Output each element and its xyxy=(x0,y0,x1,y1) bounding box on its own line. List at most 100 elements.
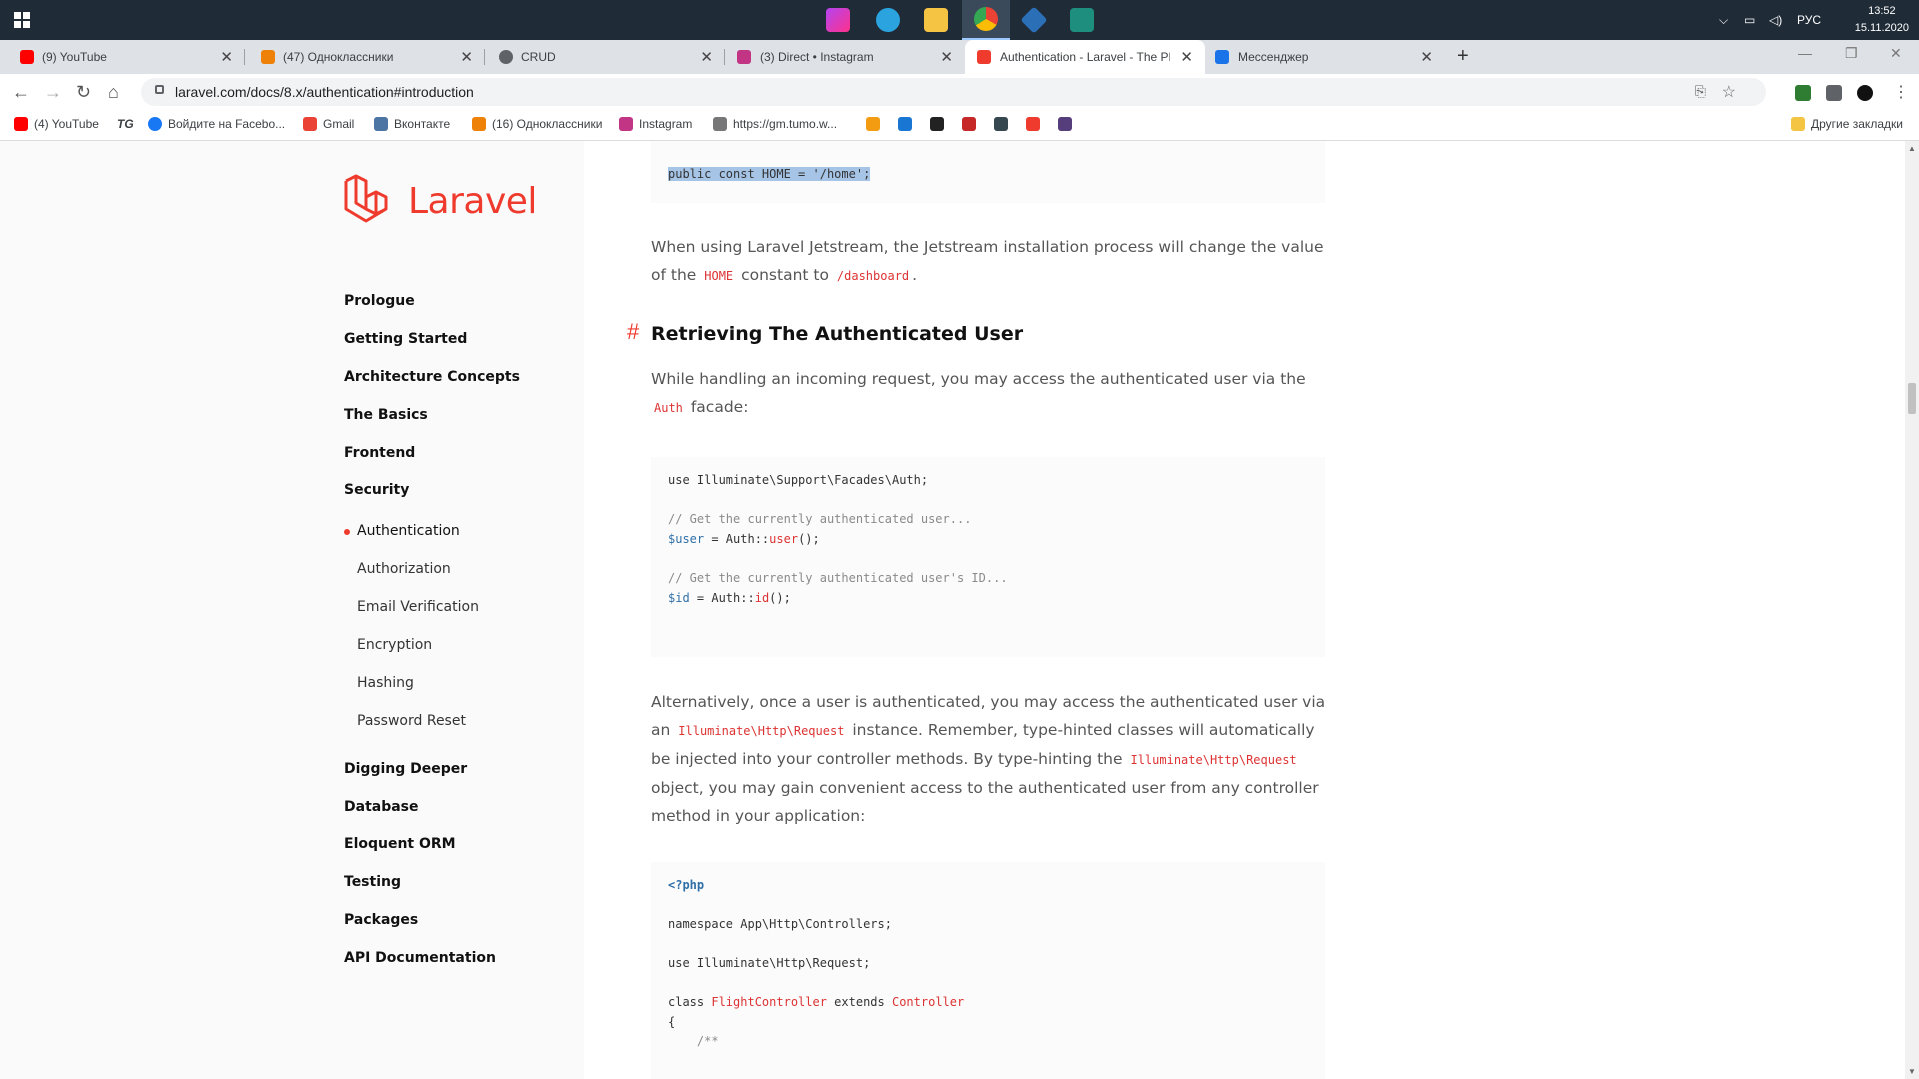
other-bookmarks[interactable]: Другие закладки xyxy=(1791,117,1903,131)
profile-avatar[interactable] xyxy=(1857,85,1873,101)
tab-messenger[interactable]: Мессенджер ✕ xyxy=(1205,40,1445,74)
anchor-hash-link[interactable]: # xyxy=(627,319,639,345)
bootstrap-icon[interactable] xyxy=(1058,117,1072,131)
bookmark-youtube[interactable]: (4) YouTube xyxy=(14,117,99,131)
telegram-icon[interactable] xyxy=(864,0,912,40)
extension-shield-icon[interactable] xyxy=(1795,85,1811,101)
nav-architecture-concepts[interactable]: Architecture Concepts xyxy=(344,369,520,385)
address-bar[interactable]: laravel.com/docs/8.x/authentication#intr… xyxy=(141,78,1766,106)
close-tab-icon[interactable]: ✕ xyxy=(1180,48,1193,66)
translate-icon[interactable]: ⎘ xyxy=(1695,83,1706,100)
close-tab-icon[interactable]: ✕ xyxy=(700,48,713,66)
nav-frontend[interactable]: Frontend xyxy=(344,445,415,461)
bookmark-tg[interactable]: TG xyxy=(117,117,134,131)
git-kraken-icon[interactable] xyxy=(1010,0,1058,40)
nav-database[interactable]: Database xyxy=(344,799,419,815)
menu-kebab-icon[interactable]: ⋮ xyxy=(1893,82,1909,102)
inline-code: /dashboard xyxy=(836,269,910,283)
nav-prologue[interactable]: Prologue xyxy=(344,293,415,309)
code-line: class FlightController extends Controlle… xyxy=(668,995,965,1009)
scroll-up-icon[interactable]: ▲ xyxy=(1908,144,1916,153)
laravel-icon[interactable] xyxy=(1026,117,1040,131)
bookmark-label: (16) Одноклассники xyxy=(492,117,603,131)
new-tab-button[interactable]: + xyxy=(1457,45,1469,68)
clock[interactable]: 13:52 15.11.2020 xyxy=(1855,3,1909,37)
url-text[interactable]: laravel.com/docs/8.x/authentication#intr… xyxy=(175,84,474,100)
close-tab-icon[interactable]: ✕ xyxy=(940,48,953,66)
lock-icon[interactable] xyxy=(155,85,164,94)
phpstorm-icon[interactable] xyxy=(814,0,862,40)
language-indicator[interactable]: РУС xyxy=(1797,13,1821,27)
bookmark-instagram[interactable]: Instagram xyxy=(619,117,692,131)
nav-api-documentation[interactable]: API Documentation xyxy=(344,950,496,966)
bookmark-icon-4[interactable] xyxy=(962,117,976,131)
bookmark-star-icon[interactable]: ☆ xyxy=(1722,82,1736,102)
nav-authentication[interactable]: Authentication xyxy=(357,523,460,539)
forward-button[interactable]: → xyxy=(44,82,62,103)
browser-tab-strip: (9) YouTube ✕ (47) Одноклассники ✕ CRUD … xyxy=(0,40,1919,74)
page-scrollbar[interactable]: ▲ ▼ xyxy=(1905,141,1919,1079)
tray-chevron-icon[interactable]: ⌵ xyxy=(1719,13,1728,28)
bookmark-icon-3[interactable] xyxy=(930,117,944,131)
selected-code-text[interactable]: public const HOME = '/home'; xyxy=(668,167,871,181)
scroll-down-icon[interactable]: ▼ xyxy=(1908,1067,1916,1076)
nav-packages[interactable]: Packages xyxy=(344,912,418,928)
bookmark-facebook[interactable]: Войдите на Facebo... xyxy=(148,117,285,131)
tab-youtube[interactable]: (9) YouTube ✕ xyxy=(0,40,245,74)
code-line[interactable]: public const HOME = '/home'; xyxy=(668,167,871,181)
nav-encryption[interactable]: Encryption xyxy=(357,637,432,653)
instagram-icon xyxy=(619,117,633,131)
windows-start-icon[interactable] xyxy=(14,12,30,28)
terminal-icon[interactable] xyxy=(1058,0,1106,40)
scrollbar-thumb[interactable] xyxy=(1908,383,1916,414)
close-tab-icon[interactable]: ✕ xyxy=(460,48,473,66)
bookmark-vkontakte[interactable]: Вконтакте xyxy=(374,117,450,131)
nav-eloquent-orm[interactable]: Eloquent ORM xyxy=(344,836,456,852)
bookmark-label: (4) YouTube xyxy=(34,117,99,131)
mdb-icon[interactable] xyxy=(898,117,912,131)
tab-crud[interactable]: CRUD ✕ xyxy=(485,40,725,74)
nav-getting-started[interactable]: Getting Started xyxy=(344,331,467,347)
bookmark-odnoklassniki[interactable]: (16) Одноклассники xyxy=(472,117,602,131)
windows-taskbar: ⌵ ▭ ◁) РУС 13:52 15.11.2020 xyxy=(0,0,1919,40)
clock-date: 15.11.2020 xyxy=(1854,22,1909,34)
bookmark-gmail[interactable]: Gmail xyxy=(303,117,354,131)
text: object, you may gain convenient access t… xyxy=(651,779,1319,825)
network-icon[interactable]: ▭ xyxy=(1744,13,1755,27)
home-button[interactable]: ⌂ xyxy=(108,82,119,103)
inline-code: Illuminate\Http\Request xyxy=(678,724,845,738)
nav-password-reset[interactable]: Password Reset xyxy=(357,713,466,729)
globe-icon xyxy=(499,50,513,64)
tab-instagram[interactable]: (3) Direct • Instagram ✕ xyxy=(725,40,965,74)
extensions-puzzle-icon[interactable] xyxy=(1826,85,1842,101)
nav-security[interactable]: Security xyxy=(344,482,409,498)
bookmark-label: Instagram xyxy=(639,117,693,131)
laravel-wordmark[interactable]: Laravel xyxy=(408,181,537,222)
bookmark-tumo[interactable]: https://gm.tumo.w... xyxy=(713,117,837,131)
tab-laravel-authentication[interactable]: Authentication - Laravel - The PH ✕ xyxy=(965,40,1205,74)
nav-hashing[interactable]: Hashing xyxy=(357,675,414,691)
close-tab-icon[interactable]: ✕ xyxy=(220,48,233,66)
facebook-icon xyxy=(148,117,162,131)
tab-odnoklassniki[interactable]: (47) Одноклассники ✕ xyxy=(245,40,485,74)
volume-icon[interactable]: ◁) xyxy=(1769,13,1782,27)
back-button[interactable]: ← xyxy=(12,82,30,103)
nav-authorization[interactable]: Authorization xyxy=(357,561,451,577)
nav-email-verification[interactable]: Email Verification xyxy=(357,599,479,615)
bookmark-icon-5[interactable] xyxy=(994,117,1008,131)
code-line: /** xyxy=(668,1034,719,1048)
nav-the-basics[interactable]: The Basics xyxy=(344,407,428,423)
nav-digging-deeper[interactable]: Digging Deeper xyxy=(344,761,467,777)
restore-button[interactable]: ❐ xyxy=(1845,45,1858,62)
laravel-logo-icon[interactable] xyxy=(343,173,395,225)
bookmark-icon-1[interactable] xyxy=(866,117,880,131)
reload-button[interactable]: ↻ xyxy=(76,82,91,103)
close-window-button[interactable]: ✕ xyxy=(1890,45,1902,62)
file-explorer-icon[interactable] xyxy=(912,0,960,40)
chrome-icon[interactable] xyxy=(962,0,1010,40)
system-tray: ⌵ ▭ ◁) РУС 13:52 15.11.2020 xyxy=(1659,0,1919,40)
nav-testing[interactable]: Testing xyxy=(344,874,401,890)
close-tab-icon[interactable]: ✕ xyxy=(1420,48,1433,66)
minimize-button[interactable]: — xyxy=(1798,45,1812,61)
code-line: { xyxy=(668,1015,676,1029)
